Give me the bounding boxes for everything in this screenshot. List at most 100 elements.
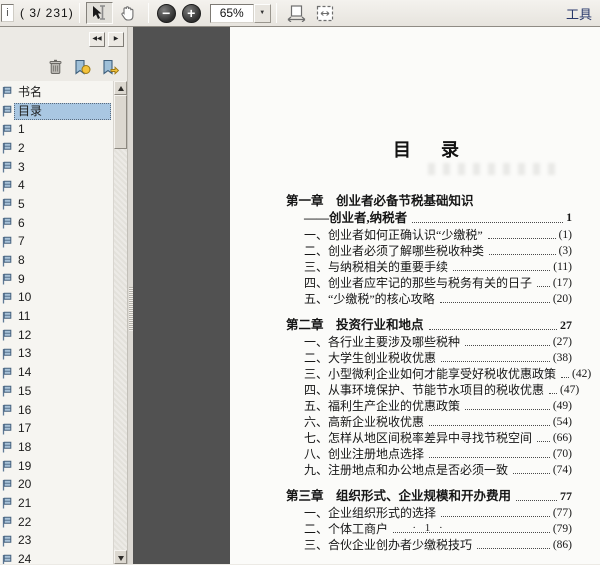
bookmark-flag-icon bbox=[0, 404, 14, 416]
bookmark-item[interactable]: 4 bbox=[0, 176, 113, 195]
panel-collapse-button[interactable]: ◀◀ bbox=[89, 32, 105, 47]
toc-entry[interactable]: 六、高新企业税收优惠 (54) bbox=[286, 414, 572, 430]
dot-leader bbox=[465, 398, 550, 410]
bookmark-item[interactable]: 13 bbox=[0, 345, 113, 364]
toc-entry[interactable]: 七、怎样从地区间税率差异中寻找节税空间 (66) bbox=[286, 430, 572, 446]
trash-icon[interactable] bbox=[48, 59, 63, 75]
zoom-level-input[interactable]: 65% bbox=[209, 3, 254, 23]
bookmark-list: 书名 目录 1 2 3 4 5 6 7 8 9 10 11 12 13 14 1… bbox=[0, 81, 113, 564]
dot-leader bbox=[516, 488, 557, 501]
toc-entry[interactable]: 三、与纳税相关的重要手续 (11) bbox=[286, 259, 572, 275]
bookmark-item[interactable]: 21 bbox=[0, 494, 113, 513]
fit-width-icon bbox=[287, 4, 306, 22]
page-number-input[interactable]: i bbox=[1, 4, 14, 22]
fit-width-button[interactable] bbox=[283, 2, 310, 24]
toc-page-number: (27) bbox=[552, 336, 572, 348]
page-number-footer: · 1 · bbox=[412, 522, 446, 534]
toc-entry[interactable]: 三、小型微利企业如何才能享受好税收优惠政策 (42) bbox=[286, 366, 591, 382]
scroll-up-button[interactable] bbox=[114, 81, 127, 95]
toc-item-title: 八、创业注册地点选择 bbox=[304, 447, 425, 461]
toc-entry[interactable]: 二、大学生创业税收优惠 (38) bbox=[286, 350, 572, 366]
bookmark-item[interactable]: 10 bbox=[0, 289, 113, 308]
toc-page-number: (47) bbox=[560, 384, 580, 396]
panel-expand-button[interactable]: ▶ bbox=[108, 32, 124, 47]
document-viewport[interactable]: 目 录 第一章 创业者必备节税基础知识 ——创业者,纳税者 1 一、创业者如何正确认识… bbox=[133, 27, 600, 564]
toc-entry[interactable]: 九、注册地点和办公地点是否必须一致 (74) bbox=[286, 462, 572, 478]
bookmark-scrollbar[interactable] bbox=[113, 81, 127, 564]
toc-item-title: 九、注册地点和办公地点是否必须一致 bbox=[304, 463, 509, 477]
bookmark-item-label: 17 bbox=[18, 421, 32, 436]
zoom-in-button[interactable]: + bbox=[181, 3, 201, 23]
bookmark-item[interactable]: 9 bbox=[0, 270, 113, 289]
bookmark-item[interactable]: 22 bbox=[0, 513, 113, 532]
bookmark-item-label: 书名 bbox=[18, 84, 43, 99]
toc-item-title: 三、小型微利企业如何才能享受好税收优惠政策 bbox=[304, 367, 557, 381]
scrollbar-track[interactable] bbox=[114, 149, 127, 550]
bookmark-item[interactable]: 18 bbox=[0, 438, 113, 457]
select-tool-button[interactable] bbox=[85, 2, 113, 24]
toc-item-title: 七、怎样从地区间税率差异中寻找节税空间 bbox=[304, 431, 533, 445]
toc-entry[interactable]: 第二章 投资行业和地点 27 bbox=[286, 317, 572, 334]
bookmark-item[interactable]: 11 bbox=[0, 307, 113, 326]
bookmark-flag-icon bbox=[0, 255, 14, 267]
toc-entry[interactable]: 五、福利生产企业的优惠政策 (49) bbox=[286, 398, 572, 414]
bookmark-item[interactable]: 目录 bbox=[0, 102, 113, 121]
bookmark-item-label: 2 bbox=[18, 140, 25, 155]
toc-entry[interactable]: 第三章 组织形式、企业规模和开办费用 77 bbox=[286, 488, 572, 505]
toc-entry[interactable]: 四、从事环境保护、节能节水项目的税收优惠 (47) bbox=[286, 382, 579, 398]
toc-entry[interactable]: 一、企业组织形式的选择 (77) bbox=[286, 505, 572, 521]
bookmark-item[interactable]: 书名 bbox=[0, 83, 113, 102]
toc-entry[interactable]: 八、创业注册地点选择 (70) bbox=[286, 446, 572, 462]
bookmark-item[interactable]: 14 bbox=[0, 363, 113, 382]
toc-entry[interactable]: ——创业者,纳税者 1 bbox=[286, 210, 572, 227]
bookmark-flag-icon bbox=[0, 535, 14, 547]
toc-entry[interactable]: 二、创业者必须了解哪些税收种类 (3) bbox=[286, 243, 572, 259]
hand-tool-button[interactable] bbox=[115, 2, 142, 24]
bookmark-item[interactable]: 8 bbox=[0, 251, 113, 270]
bookmark-item[interactable]: 3 bbox=[0, 158, 113, 177]
toc-chapter: 第一章 创业者必备节税基础知识 ——创业者,纳税者 1 一、创业者如何正确认识“少缴税… bbox=[286, 193, 572, 307]
scroll-down-button[interactable] bbox=[114, 550, 127, 564]
scrollbar-thumb[interactable] bbox=[114, 95, 127, 149]
bookmark-item-label: 15 bbox=[18, 383, 32, 398]
toc-item-title: 二、大学生创业税收优惠 bbox=[304, 351, 437, 365]
bookmark-item-label: 11 bbox=[18, 309, 31, 324]
fit-page-button[interactable] bbox=[312, 2, 339, 24]
bookmark-item[interactable]: 23 bbox=[0, 532, 113, 551]
toc-entry[interactable]: 五、“少缴税”的核心攻略 (20) bbox=[286, 291, 572, 307]
toc-chapter: 第二章 投资行业和地点 27 一、各行业主要涉及哪些税种 (27) 二、大学生创业税收优… bbox=[286, 317, 591, 478]
bookmark-item[interactable]: 15 bbox=[0, 382, 113, 401]
toc-item-title: 二、创业者必须了解哪些税收种类 bbox=[304, 244, 485, 258]
bookmark-item[interactable]: 20 bbox=[0, 475, 113, 494]
toc-entry[interactable]: 一、创业者如何正确认识“少缴税” (1) bbox=[286, 227, 572, 243]
toc-entry[interactable]: 三、合伙企业创办者少缴税技巧 (86) bbox=[286, 537, 572, 553]
toc-page-number: (66) bbox=[552, 432, 572, 444]
bookmark-item[interactable]: 12 bbox=[0, 326, 113, 345]
bookmark-item[interactable]: 6 bbox=[0, 214, 113, 233]
tools-menu[interactable]: 工具 bbox=[566, 4, 592, 23]
bookmark-item[interactable]: 17 bbox=[0, 419, 113, 438]
zoom-dropdown-button[interactable]: ▼ bbox=[253, 3, 271, 23]
bookmark-flag-icon bbox=[0, 367, 14, 379]
bookmark-item-label: 14 bbox=[18, 365, 32, 380]
bookmark-item-label: 5 bbox=[18, 196, 25, 211]
bookmark-flag-icon bbox=[0, 441, 14, 453]
bookmark-item-label: 8 bbox=[18, 253, 25, 268]
bookmark-item[interactable]: 7 bbox=[0, 233, 113, 252]
bookmark-item-label: 21 bbox=[18, 495, 32, 510]
toc-entry[interactable]: 四、创业者应牢记的那些与税务有关的日子 (17) bbox=[286, 275, 572, 291]
toc-entry[interactable]: 一、各行业主要涉及哪些税种 (27) bbox=[286, 334, 572, 350]
bookmark-item[interactable]: 5 bbox=[0, 195, 113, 214]
bookmark-item-label: 6 bbox=[18, 215, 25, 230]
toc-entry[interactable]: 第一章 创业者必备节税基础知识 bbox=[286, 193, 572, 210]
bookmark-item[interactable]: 2 bbox=[0, 139, 113, 158]
bookmark-item[interactable]: 19 bbox=[0, 457, 113, 476]
zoom-out-button[interactable]: − bbox=[156, 3, 176, 23]
bookmark-add-icon[interactable] bbox=[74, 59, 91, 75]
toc-item-title: 六、高新企业税收优惠 bbox=[304, 415, 425, 429]
bookmark-item[interactable]: 1 bbox=[0, 120, 113, 139]
bookmark-item[interactable]: 24 bbox=[0, 550, 113, 564]
dot-leader bbox=[537, 275, 550, 287]
bookmark-item[interactable]: 16 bbox=[0, 401, 113, 420]
bookmark-export-icon[interactable] bbox=[102, 59, 119, 75]
